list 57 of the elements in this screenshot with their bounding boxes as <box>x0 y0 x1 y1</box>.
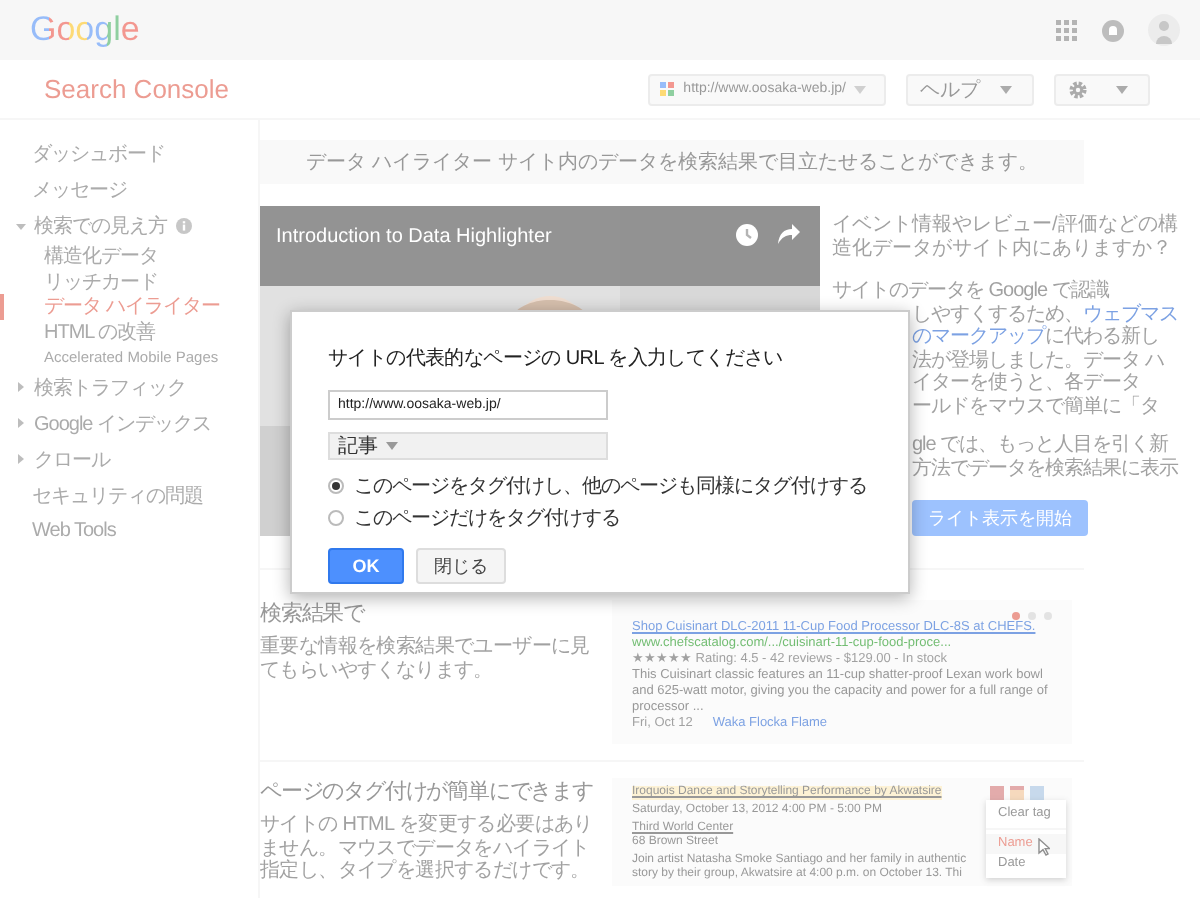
site-favicon-icon <box>659 81 676 97</box>
caret-icon <box>386 442 398 450</box>
close-button[interactable]: 閉じる <box>416 548 506 584</box>
tag-icon[interactable] <box>990 786 1004 800</box>
radio-button[interactable] <box>328 478 344 494</box>
section-heading: 検索結果で <box>260 600 368 628</box>
settings-icon <box>1068 79 1088 99</box>
start-button[interactable]: ライト表示を開始 <box>912 500 1088 536</box>
section-heading: ページのタグ付けが簡単にできます <box>260 778 595 806</box>
window-icon[interactable] <box>1030 786 1044 800</box>
link[interactable]: のマークアップ <box>912 326 1045 348</box>
share-icon[interactable] <box>778 224 800 244</box>
sidebar-item[interactable]: 検索トラフィック <box>0 369 258 405</box>
section-text: サイトの HTML を変更する必要はありません。マウスでデータをハイライト指定し、タイプを選択するだけです。 <box>260 814 595 883</box>
logo[interactable]: Google <box>30 10 140 50</box>
description-text: イベント情報やレビュー/評価などの構造化データがサイト内にありますか？ <box>832 214 1180 260</box>
caret-icon <box>1116 85 1128 93</box>
sidebar-item[interactable]: 検索での見え方 <box>0 208 258 244</box>
video-title: Introduction to Data Highlighter <box>276 226 552 248</box>
clock-icon[interactable] <box>736 224 758 246</box>
section-text: 重要な情報を検索結果でユーザーに見てもらいやすくなります。 <box>260 636 592 682</box>
radio-button[interactable] <box>328 510 344 526</box>
notifications-icon[interactable] <box>1102 19 1124 41</box>
sidebar-item[interactable]: ダッシュボード <box>0 136 258 172</box>
sidebar-item[interactable]: リッチカード <box>0 269 258 294</box>
text-line: 方法でデータを検索結果に表示 <box>912 457 1178 480</box>
sidebar-item[interactable]: HTML の改善 <box>0 319 258 344</box>
radio-label: このページだけをタグ付けする <box>354 506 620 532</box>
text-line: サイトのデータを Google で認識 <box>832 280 1109 303</box>
dialog-title: サイトの代表的なページの URL を入力してください <box>328 345 785 372</box>
type-dropdown[interactable]: 記事 <box>328 432 608 460</box>
text-line: のマークアップに代わる新し <box>912 326 1159 349</box>
text-line: ールドをマウスで簡単に「タ <box>912 395 1159 418</box>
settings-button[interactable] <box>1054 73 1150 105</box>
sidebar-item[interactable]: セキュリティの問題 <box>0 477 258 513</box>
avatar-icon[interactable] <box>1148 14 1180 46</box>
sidebar-item[interactable]: Web Tools <box>0 513 258 549</box>
sidebar-item[interactable]: Google インデックス <box>0 405 258 441</box>
text-line: しやすくするため、ウェブマス <box>912 303 1178 325</box>
caret-icon <box>854 85 866 93</box>
app-title: Search Console <box>44 74 229 104</box>
sidebar-item[interactable]: 構造化データ <box>0 244 258 269</box>
text-line: 法が登場しました。データ ハ <box>912 349 1164 372</box>
help-button[interactable]: ヘルプ <box>906 73 1034 105</box>
cursor-icon <box>1038 838 1050 856</box>
caret-icon <box>1000 85 1012 93</box>
page-dot[interactable] <box>1012 612 1020 620</box>
text-line: gle では、もっと人目を引く新 <box>912 434 1169 457</box>
radio-label: このページをタグ付けし、他のページも同様にタグ付けする <box>354 473 867 500</box>
ok-button[interactable]: OK <box>328 548 404 584</box>
text-line: イターを使うと、各データ <box>912 372 1140 395</box>
banner: データ ハイライター サイト内のデータを検索結果で目立たせることができます。 <box>260 140 1084 184</box>
link[interactable]: ウェブマス <box>1083 303 1178 325</box>
apps-grid-icon[interactable] <box>1056 19 1078 41</box>
sidebar-item[interactable]: メッセージ <box>0 172 258 208</box>
calendar-icon[interactable] <box>1010 786 1024 800</box>
sidebar-item[interactable]: クロール <box>0 441 258 477</box>
